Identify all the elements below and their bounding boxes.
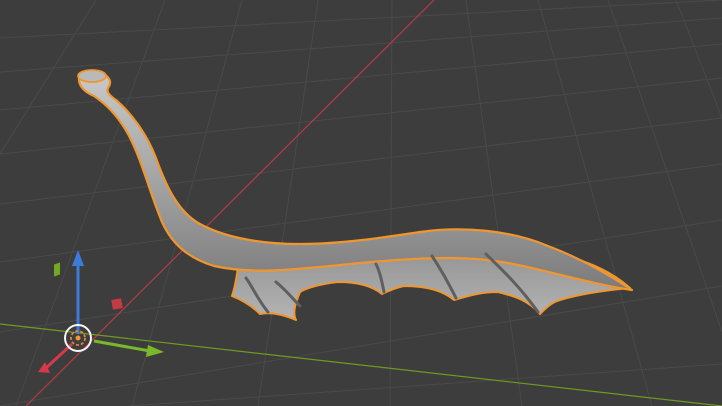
viewport-canvas[interactable] [0,0,722,406]
x-axis-line [25,0,435,406]
y-axis-arrow-line[interactable] [93,339,151,353]
tail-body[interactable] [77,69,634,292]
tail-object[interactable] [77,69,634,321]
yz-plane-handle[interactable] [54,262,60,277]
y-axis-line [0,323,722,406]
pivot-dot [75,335,81,341]
y-axis-arrow-head[interactable] [146,345,164,357]
transform-gizmo[interactable] [0,250,164,373]
tail-end-cap [77,69,107,83]
xz-plane-handle[interactable] [111,298,123,310]
3d-viewport[interactable] [0,0,722,406]
floor-grid [0,0,722,406]
